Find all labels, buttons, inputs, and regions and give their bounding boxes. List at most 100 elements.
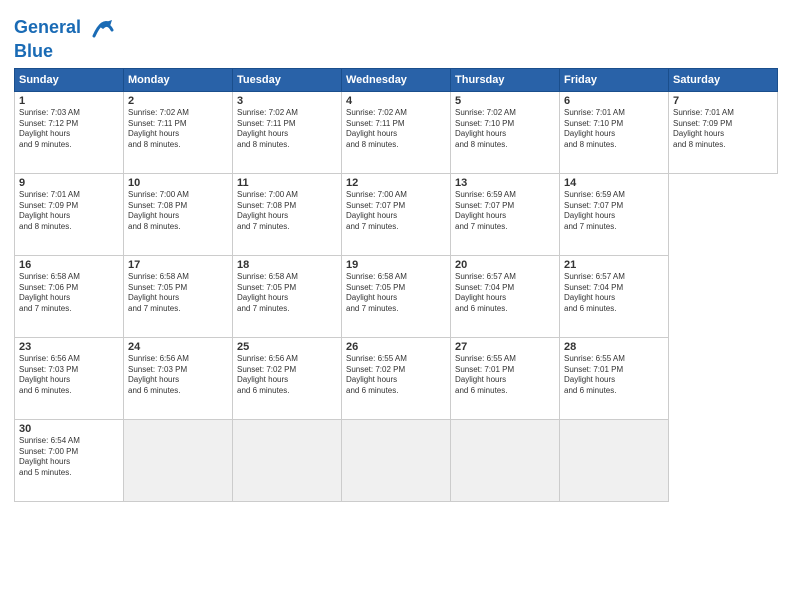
day-number: 14	[564, 177, 664, 189]
calendar-cell: 19Sunrise: 6:58 AMSunset: 7:05 PMDayligh…	[342, 255, 451, 337]
day-number: 9	[19, 177, 119, 189]
calendar-cell: 13Sunrise: 6:59 AMSunset: 7:07 PMDayligh…	[451, 173, 560, 255]
calendar-cell	[451, 419, 560, 501]
day-info: Sunrise: 6:55 AMSunset: 7:01 PMDaylight …	[455, 354, 555, 397]
calendar-cell	[560, 419, 669, 501]
day-number: 30	[19, 423, 119, 435]
day-info: Sunrise: 6:58 AMSunset: 7:06 PMDaylight …	[19, 272, 119, 315]
week-row-1: 9Sunrise: 7:01 AMSunset: 7:09 PMDaylight…	[15, 173, 778, 255]
calendar-cell: 7Sunrise: 7:01 AMSunset: 7:09 PMDaylight…	[669, 91, 778, 173]
day-info: Sunrise: 7:01 AMSunset: 7:09 PMDaylight …	[19, 190, 119, 233]
page: General Blue SundayMondayTuesdayWednesda…	[0, 0, 792, 612]
day-info: Sunrise: 6:58 AMSunset: 7:05 PMDaylight …	[128, 272, 228, 315]
week-row-3: 23Sunrise: 6:56 AMSunset: 7:03 PMDayligh…	[15, 337, 778, 419]
day-info: Sunrise: 7:00 AMSunset: 7:07 PMDaylight …	[346, 190, 446, 233]
calendar-cell: 18Sunrise: 6:58 AMSunset: 7:05 PMDayligh…	[233, 255, 342, 337]
col-header-monday: Monday	[124, 68, 233, 91]
calendar-cell	[233, 419, 342, 501]
calendar-cell: 17Sunrise: 6:58 AMSunset: 7:05 PMDayligh…	[124, 255, 233, 337]
day-number: 25	[237, 341, 337, 353]
calendar-cell	[124, 419, 233, 501]
calendar-cell: 1Sunrise: 7:03 AMSunset: 7:12 PMDaylight…	[15, 91, 124, 173]
calendar-cell: 21Sunrise: 6:57 AMSunset: 7:04 PMDayligh…	[560, 255, 669, 337]
col-header-wednesday: Wednesday	[342, 68, 451, 91]
calendar-cell: 14Sunrise: 6:59 AMSunset: 7:07 PMDayligh…	[560, 173, 669, 255]
logo: General Blue	[14, 14, 116, 62]
day-number: 3	[237, 95, 337, 107]
calendar-cell: 11Sunrise: 7:00 AMSunset: 7:08 PMDayligh…	[233, 173, 342, 255]
day-info: Sunrise: 7:02 AMSunset: 7:11 PMDaylight …	[346, 108, 446, 151]
calendar-cell: 2Sunrise: 7:02 AMSunset: 7:11 PMDaylight…	[124, 91, 233, 173]
logo-text2: Blue	[14, 42, 116, 62]
day-number: 10	[128, 177, 228, 189]
day-number: 7	[673, 95, 773, 107]
day-number: 1	[19, 95, 119, 107]
day-info: Sunrise: 7:02 AMSunset: 7:11 PMDaylight …	[237, 108, 337, 151]
day-number: 19	[346, 259, 446, 271]
calendar-cell: 10Sunrise: 7:00 AMSunset: 7:08 PMDayligh…	[124, 173, 233, 255]
day-info: Sunrise: 6:56 AMSunset: 7:02 PMDaylight …	[237, 354, 337, 397]
calendar-cell: 28Sunrise: 6:55 AMSunset: 7:01 PMDayligh…	[560, 337, 669, 419]
calendar-cell: 30Sunrise: 6:54 AMSunset: 7:00 PMDayligh…	[15, 419, 124, 501]
day-number: 5	[455, 95, 555, 107]
day-number: 4	[346, 95, 446, 107]
day-info: Sunrise: 6:55 AMSunset: 7:02 PMDaylight …	[346, 354, 446, 397]
calendar-cell: 23Sunrise: 6:56 AMSunset: 7:03 PMDayligh…	[15, 337, 124, 419]
day-number: 20	[455, 259, 555, 271]
day-info: Sunrise: 6:54 AMSunset: 7:00 PMDaylight …	[19, 436, 119, 479]
week-row-0: 1Sunrise: 7:03 AMSunset: 7:12 PMDaylight…	[15, 91, 778, 173]
day-info: Sunrise: 6:55 AMSunset: 7:01 PMDaylight …	[564, 354, 664, 397]
col-header-thursday: Thursday	[451, 68, 560, 91]
day-number: 13	[455, 177, 555, 189]
day-info: Sunrise: 6:57 AMSunset: 7:04 PMDaylight …	[564, 272, 664, 315]
day-number: 28	[564, 341, 664, 353]
calendar-cell: 4Sunrise: 7:02 AMSunset: 7:11 PMDaylight…	[342, 91, 451, 173]
day-info: Sunrise: 6:56 AMSunset: 7:03 PMDaylight …	[19, 354, 119, 397]
day-number: 17	[128, 259, 228, 271]
col-header-saturday: Saturday	[669, 68, 778, 91]
day-info: Sunrise: 6:58 AMSunset: 7:05 PMDaylight …	[237, 272, 337, 315]
day-number: 2	[128, 95, 228, 107]
day-number: 11	[237, 177, 337, 189]
day-number: 18	[237, 259, 337, 271]
day-number: 24	[128, 341, 228, 353]
day-number: 27	[455, 341, 555, 353]
col-header-sunday: Sunday	[15, 68, 124, 91]
day-info: Sunrise: 6:57 AMSunset: 7:04 PMDaylight …	[455, 272, 555, 315]
day-info: Sunrise: 6:59 AMSunset: 7:07 PMDaylight …	[455, 190, 555, 233]
day-info: Sunrise: 7:00 AMSunset: 7:08 PMDaylight …	[237, 190, 337, 233]
day-info: Sunrise: 7:01 AMSunset: 7:10 PMDaylight …	[564, 108, 664, 151]
calendar-cell: 5Sunrise: 7:02 AMSunset: 7:10 PMDaylight…	[451, 91, 560, 173]
logo-icon	[88, 14, 116, 42]
day-info: Sunrise: 7:02 AMSunset: 7:10 PMDaylight …	[455, 108, 555, 151]
calendar-table: SundayMondayTuesdayWednesdayThursdayFrid…	[14, 68, 778, 502]
day-number: 12	[346, 177, 446, 189]
day-info: Sunrise: 7:00 AMSunset: 7:08 PMDaylight …	[128, 190, 228, 233]
day-info: Sunrise: 7:02 AMSunset: 7:11 PMDaylight …	[128, 108, 228, 151]
day-info: Sunrise: 6:56 AMSunset: 7:03 PMDaylight …	[128, 354, 228, 397]
day-number: 16	[19, 259, 119, 271]
day-number: 26	[346, 341, 446, 353]
day-number: 6	[564, 95, 664, 107]
day-number: 23	[19, 341, 119, 353]
calendar-cell: 6Sunrise: 7:01 AMSunset: 7:10 PMDaylight…	[560, 91, 669, 173]
week-row-2: 16Sunrise: 6:58 AMSunset: 7:06 PMDayligh…	[15, 255, 778, 337]
calendar-cell: 9Sunrise: 7:01 AMSunset: 7:09 PMDaylight…	[15, 173, 124, 255]
calendar-cell: 3Sunrise: 7:02 AMSunset: 7:11 PMDaylight…	[233, 91, 342, 173]
calendar-cell: 26Sunrise: 6:55 AMSunset: 7:02 PMDayligh…	[342, 337, 451, 419]
calendar-cell: 25Sunrise: 6:56 AMSunset: 7:02 PMDayligh…	[233, 337, 342, 419]
day-of-week-row: SundayMondayTuesdayWednesdayThursdayFrid…	[15, 68, 778, 91]
col-header-friday: Friday	[560, 68, 669, 91]
calendar-cell: 12Sunrise: 7:00 AMSunset: 7:07 PMDayligh…	[342, 173, 451, 255]
day-number: 21	[564, 259, 664, 271]
calendar-cell: 20Sunrise: 6:57 AMSunset: 7:04 PMDayligh…	[451, 255, 560, 337]
calendar-body: 1Sunrise: 7:03 AMSunset: 7:12 PMDaylight…	[15, 91, 778, 501]
day-info: Sunrise: 6:59 AMSunset: 7:07 PMDaylight …	[564, 190, 664, 233]
logo-text: General	[14, 14, 116, 42]
col-header-tuesday: Tuesday	[233, 68, 342, 91]
day-info: Sunrise: 7:01 AMSunset: 7:09 PMDaylight …	[673, 108, 773, 151]
calendar-cell: 24Sunrise: 6:56 AMSunset: 7:03 PMDayligh…	[124, 337, 233, 419]
calendar-cell: 16Sunrise: 6:58 AMSunset: 7:06 PMDayligh…	[15, 255, 124, 337]
day-info: Sunrise: 7:03 AMSunset: 7:12 PMDaylight …	[19, 108, 119, 151]
week-row-4: 30Sunrise: 6:54 AMSunset: 7:00 PMDayligh…	[15, 419, 778, 501]
